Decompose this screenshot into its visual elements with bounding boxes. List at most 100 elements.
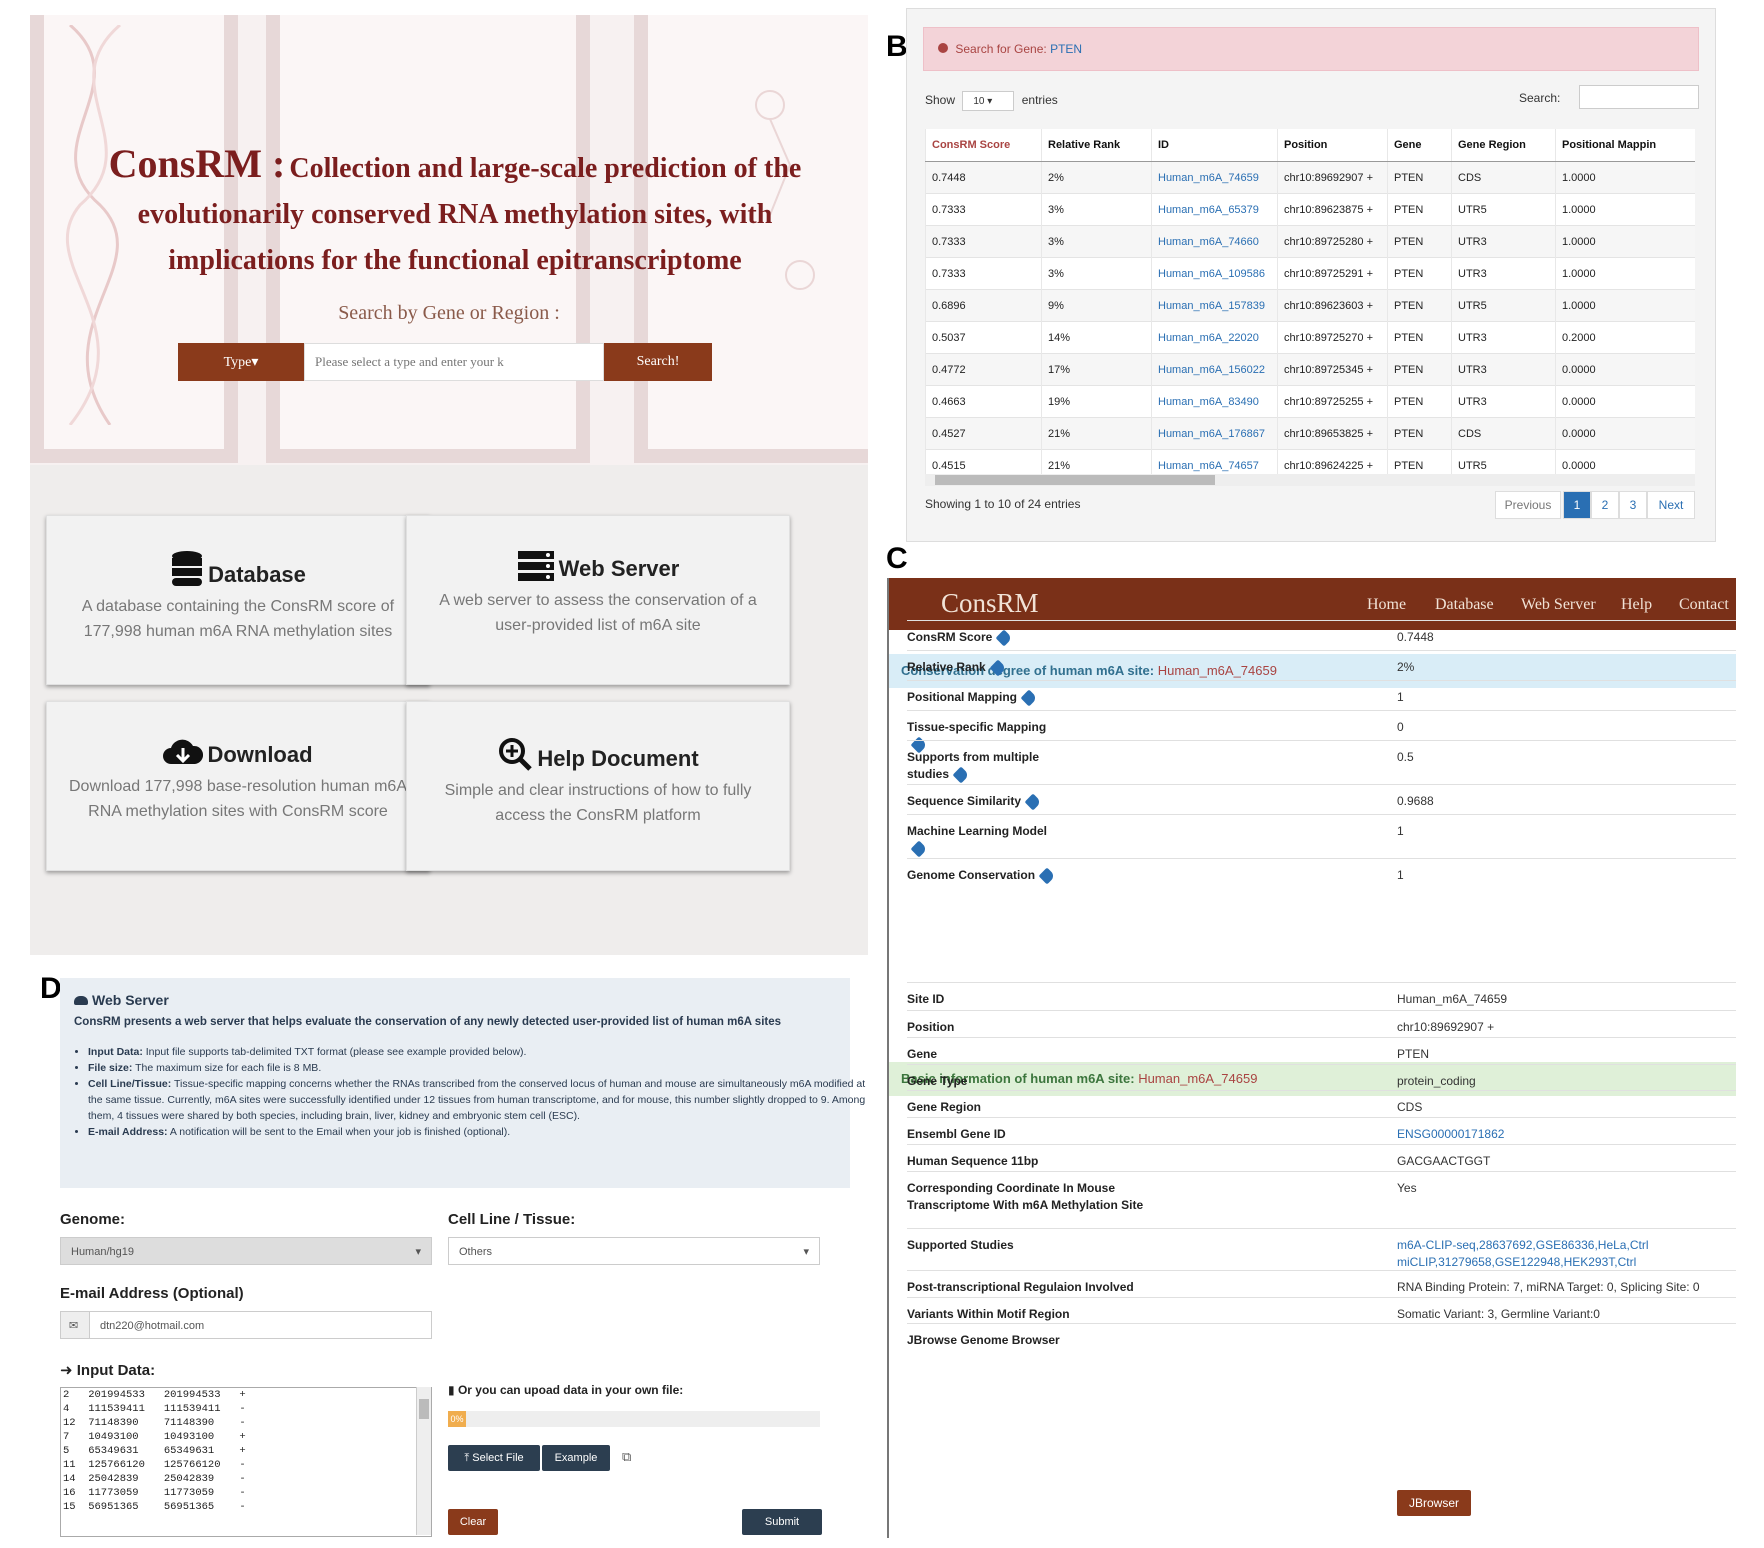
genome-select[interactable]: Human/hg19 ▾ [60,1237,432,1265]
table-cell: 2% [1041,161,1152,194]
clear-button[interactable]: Clear [448,1509,498,1535]
detail-row: Relative Rank 2% [907,650,1736,681]
site-id-link[interactable]: Human_m6A_109586 [1151,257,1278,290]
detail-value: chr10:89692907 + [1397,1020,1495,1034]
envelope-icon: ✉ [60,1311,90,1339]
table-row: 0.5037 14% Human_m6A_22020 chr10:89725270 +… [925,321,1695,354]
table-header: ConsRM Score Relative Rank ID Position Gene G… [925,129,1695,162]
search-input[interactable] [304,343,604,381]
card-web-server[interactable]: Web Server A web server to assess the co… [406,515,790,685]
horizontal-scrollbar[interactable] [925,474,1695,486]
textarea-scrollbar[interactable] [416,1387,431,1535]
nav-web-server[interactable]: Web Server [1521,596,1596,614]
detail-label: Position [907,1019,1147,1036]
table-cell: 0.2000 [1555,321,1695,354]
table-cell: 3% [1041,257,1152,290]
nav-database[interactable]: Database [1435,596,1494,614]
card-help-document[interactable]: Help Document Simple and clear instructi… [406,701,790,871]
database-icon [172,551,203,586]
pagination-page-1[interactable]: 1 [1563,491,1591,519]
brand-logo[interactable]: ConsRM [941,588,1039,619]
table-cell: chr10:89623875 + [1277,193,1388,226]
type-dropdown-button[interactable]: Type▾ [178,343,304,381]
genome-label: Genome: [60,1211,126,1228]
column-header[interactable]: ConsRM Score [925,129,1042,162]
card-title: Download [47,736,429,768]
input-data-label: ➜ Input Data: [60,1361,155,1379]
show-label: Show [925,93,956,107]
table-cell: 0.4663 [925,385,1042,418]
table-cell: 0.6896 [925,289,1042,322]
detail-row: Position chr10:89692907 + [907,1010,1736,1038]
cell-line-select[interactable]: Others ▾ [448,1237,820,1265]
select-file-label: Select File [472,1452,524,1464]
copy-icon[interactable]: ⧉ [622,1449,631,1465]
detail-label: Machine Learning Model [907,823,1057,858]
site-id-link[interactable]: Human_m6A_156022 [1151,353,1278,386]
nav-home[interactable]: Home [1367,596,1406,614]
detail-row: ConsRM Score 0.7448 [907,620,1736,651]
page-length-select[interactable]: 10 ▾ [962,91,1015,111]
card-download[interactable]: Download Download 177,998 base-resolutio… [46,701,430,871]
detail-label-text: Gene Region [907,1100,982,1114]
table-search-input[interactable] [1579,85,1699,109]
pagination-previous[interactable]: Previous [1495,491,1561,519]
detail-label: Supported Studies [907,1237,1147,1254]
site-id-link[interactable]: Human_m6A_74660 [1151,225,1278,258]
table-cell: 0.0000 [1555,385,1695,418]
input-line: 16 11773059 11773059 - [63,1487,246,1499]
panel-label-b: B [886,30,908,63]
tag-icon[interactable] [1038,867,1056,885]
column-header[interactable]: ID [1151,129,1278,162]
site-id-link[interactable]: Human_m6A_176867 [1151,417,1278,450]
table-cell: chr10:89692907 + [1277,161,1388,194]
sign-in-icon: ➜ [60,1362,73,1379]
scrollbar-thumb[interactable] [935,475,1215,485]
card-database[interactable]: Database A database containing the ConsR… [46,515,430,685]
table-cell: UTR3 [1451,257,1556,290]
column-header[interactable]: Relative Rank [1041,129,1152,162]
detail-row: JBrowse Genome Browser [907,1323,1736,1364]
detail-value[interactable]: m6A-CLIP-seq,28637692,GSE86336,HeLa,Ctrl… [1397,1237,1737,1271]
tag-icon[interactable] [989,659,1007,677]
tag-icon[interactable] [1024,793,1042,811]
detail-value: 0 [1397,720,1404,734]
pagination-next[interactable]: Next [1647,491,1695,519]
scrollbar-thumb[interactable] [419,1399,429,1419]
pagination-page-3[interactable]: 3 [1619,491,1647,519]
tag-icon[interactable] [995,629,1013,647]
detail-value[interactable]: ENSG00000171862 [1397,1126,1737,1143]
column-header[interactable]: Positional Mappin [1555,129,1695,162]
site-id-link[interactable]: Human_m6A_65379 [1151,193,1278,226]
results-table: ConsRM Score Relative Rank ID Position Gene G… [925,129,1695,481]
site-id-link[interactable]: Human_m6A_157839 [1151,289,1278,322]
example-button[interactable]: Example [542,1445,610,1471]
table-cell: CDS [1451,417,1556,450]
tag-icon[interactable] [910,840,928,858]
nav-help[interactable]: Help [1621,596,1652,614]
detail-label: Gene Type [907,1073,1147,1090]
site-id-link[interactable]: Human_m6A_74659 [1151,161,1278,194]
email-field[interactable]: dtn220@hotmail.com [89,1311,432,1339]
table-cell: 1.0000 [1555,289,1695,322]
select-file-button[interactable]: ⤒ Select File [448,1445,540,1471]
tag-icon[interactable] [952,766,970,784]
column-header[interactable]: Gene Region [1451,129,1556,162]
detail-label: Relative Rank [907,659,1057,677]
tag-icon[interactable] [1020,689,1038,707]
pagination-page-2[interactable]: 2 [1591,491,1619,519]
site-id-link[interactable]: Human_m6A_83490 [1151,385,1278,418]
nav-contact[interactable]: Contact [1679,596,1729,614]
detail-row: Human Sequence 11bp GACGAACTGGT [907,1144,1736,1172]
column-header[interactable]: Gene [1387,129,1452,162]
column-header[interactable]: Position [1277,129,1388,162]
jbrowse-button[interactable]: JBrowser [1397,1490,1471,1516]
detail-row: Ensembl Gene ID ENSG00000171862 [907,1117,1736,1145]
detail-value: Human_m6A_74659 [1397,992,1508,1006]
detail-value: 0.9688 [1397,794,1434,808]
submit-button[interactable]: Submit [742,1509,822,1535]
input-data-textarea[interactable]: 2 201994533 201994533 + 4 111539411 11153… [60,1387,432,1537]
search-button[interactable]: Search! [604,343,712,381]
site-id-link[interactable]: Human_m6A_22020 [1151,321,1278,354]
server-icon [517,551,554,581]
